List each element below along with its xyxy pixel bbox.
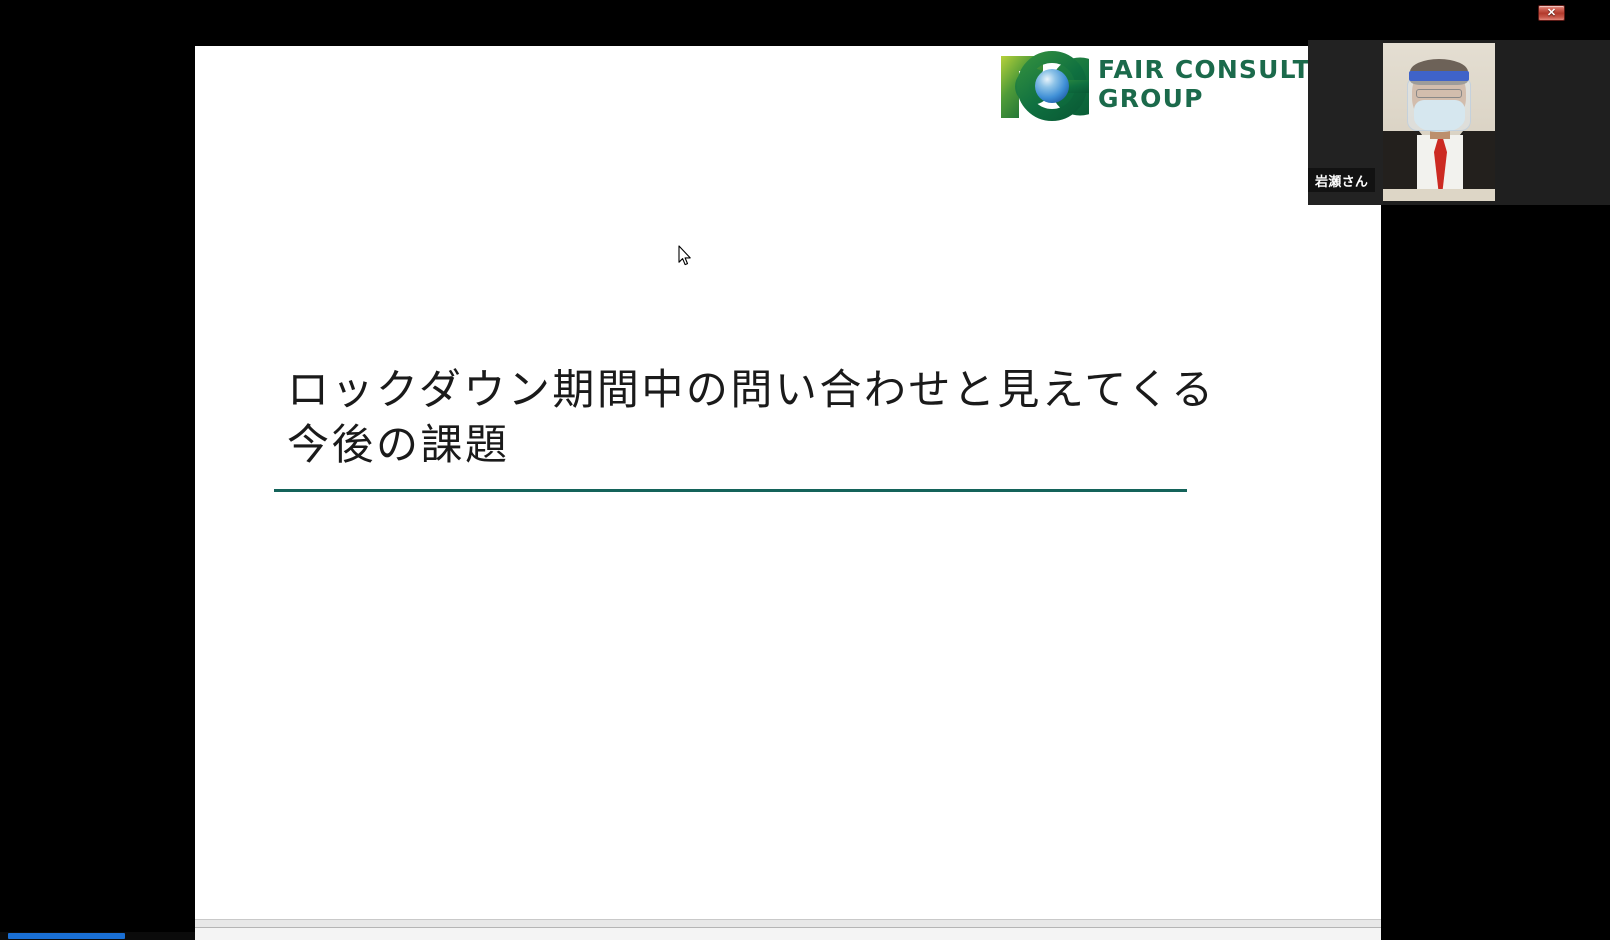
video-conference-overlay[interactable]: 岩瀬さん <box>1308 40 1610 205</box>
slide-title-line-1: ロックダウン期間中の問い合わせと見えてくる <box>287 365 1216 414</box>
fair-consult-group-logo: FAIR CONSULT GROUP <box>993 50 1311 122</box>
logo-text-line-1: FAIR CONSULT <box>1098 55 1311 84</box>
face-shield-headband <box>1409 71 1469 81</box>
presentation-slide[interactable]: FAIR CONSULT GROUP ロックダウン期間中の問い合わせと見えてくる… <box>195 46 1381 919</box>
slide-bottom-edge-secondary <box>195 928 1381 940</box>
slide-title: ロックダウン期間中の問い合わせと見えてくる 今後の課題 <box>287 362 1287 473</box>
face-shield <box>1407 79 1471 131</box>
logo-wordmark: FAIR CONSULT GROUP <box>1098 50 1311 113</box>
close-button[interactable]: ✕ <box>1538 5 1565 21</box>
slide-title-line-2: 今後の課題 <box>287 420 510 470</box>
close-icon: ✕ <box>1546 6 1557 19</box>
participant-name-tag: 岩瀬さん <box>1308 168 1376 192</box>
slide-bottom-edge <box>195 919 1381 928</box>
fg-monogram-icon <box>1001 51 1089 121</box>
scrollbar-thumb[interactable] <box>8 933 125 939</box>
desk-edge <box>1383 189 1495 201</box>
participant-video-tile[interactable] <box>1383 43 1495 201</box>
title-underline-rule <box>274 489 1187 492</box>
participant-name: 岩瀬さん <box>1315 174 1369 190</box>
logo-text-line-2: GROUP <box>1098 83 1204 113</box>
